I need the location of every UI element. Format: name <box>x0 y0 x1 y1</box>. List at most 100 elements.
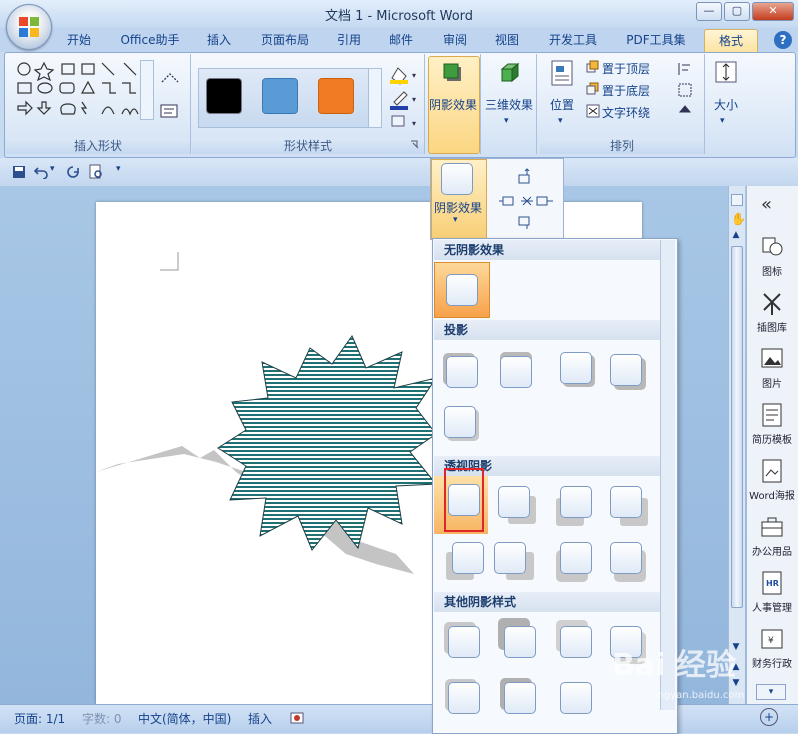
side-item-word-poster[interactable]: Word海报 <box>746 458 798 502</box>
tab-page-layout[interactable]: 页面布局 <box>254 29 316 51</box>
windmill-icon <box>763 293 781 315</box>
bring-to-front-button[interactable]: 置于顶层 <box>602 60 650 77</box>
tab-insert[interactable]: 插入 <box>200 29 238 51</box>
language-status[interactable]: 中文(简体，中国) <box>138 710 231 727</box>
tab-office-assistant[interactable]: Office助手 <box>112 29 188 51</box>
shape-styles-group: ▾ ▾ ▾ 形状样式 <box>192 54 425 154</box>
drop-shadow-option-3[interactable] <box>560 352 592 384</box>
ruler-toggle-icon[interactable] <box>731 194 743 206</box>
vertical-scrollbar[interactable]: ✋ ▲ ▼ ▲ ▼ <box>728 186 746 704</box>
zoom-in-icon[interactable]: + <box>760 708 778 726</box>
side-item-label: 图片 <box>762 379 782 390</box>
text-wrap-icon <box>586 104 600 118</box>
three-d-effects-icon[interactable] <box>498 62 520 84</box>
style-swatch-orange[interactable] <box>318 78 354 114</box>
size-icon[interactable] <box>714 60 738 84</box>
tab-format[interactable]: 格式 <box>704 29 758 52</box>
close-button[interactable]: ✕ <box>752 2 794 21</box>
other-shadow-option-3[interactable] <box>560 626 592 658</box>
macro-record-icon[interactable] <box>290 711 304 725</box>
customize-qat-icon[interactable]: ▾ <box>116 164 121 174</box>
tab-review[interactable]: 审阅 <box>436 29 474 51</box>
position-dropdown-icon[interactable]: ▾ <box>558 116 563 126</box>
side-item-resume-templates[interactable]: 简历模板 <box>746 402 798 446</box>
drop-shadow-option-5[interactable] <box>444 406 476 438</box>
tab-view[interactable]: 视图 <box>488 29 526 51</box>
insert-mode-status[interactable]: 插入 <box>248 710 272 727</box>
shadow-effects-dropdown: 阴影效果 ▾ <box>430 158 564 240</box>
edit-shape-icon[interactable] <box>160 70 182 86</box>
other-shadow-option-5[interactable] <box>448 682 480 714</box>
dialog-launcher-icon[interactable] <box>410 140 420 150</box>
other-shadow-section-title: 其他阴影样式 <box>434 592 668 612</box>
text-wrap-button[interactable]: 文字环绕 <box>602 104 650 121</box>
panel-expand-icon[interactable]: ▾ <box>756 684 786 700</box>
tab-home[interactable]: 开始 <box>60 29 98 51</box>
collapse-panel-icon[interactable]: « <box>761 194 772 215</box>
side-item-label: 人事管理 <box>752 603 792 614</box>
scroll-thumb[interactable] <box>731 246 743 608</box>
minimize-button[interactable]: — <box>696 2 722 21</box>
style-gallery-scroll[interactable] <box>368 68 382 128</box>
tab-pdf-tools[interactable]: PDF工具集 <box>618 29 694 51</box>
perspective-shadow-option-3[interactable] <box>560 486 592 518</box>
drop-shadow-option-2[interactable] <box>500 356 532 388</box>
drop-shadow-option-4[interactable] <box>610 354 642 386</box>
side-item-finance-admin[interactable]: ¥ 财务行政 <box>746 626 798 670</box>
redo-icon[interactable] <box>66 165 80 179</box>
scroll-up-icon[interactable]: ▲ <box>730 230 742 242</box>
three-d-effects-label[interactable]: 三维效果 <box>482 96 536 113</box>
perspective-shadow-option-8[interactable] <box>610 542 642 574</box>
side-item-office-supplies[interactable]: 办公用品 <box>746 514 798 558</box>
bring-to-front-icon <box>586 60 599 73</box>
style-swatch-blue[interactable] <box>262 78 298 114</box>
help-icon[interactable]: ? <box>774 31 792 49</box>
send-to-back-button[interactable]: 置于底层 <box>602 82 650 99</box>
perspective-shadow-option-7[interactable] <box>560 542 592 574</box>
send-to-back-icon <box>586 82 599 95</box>
fill-outline-effect-icons[interactable]: ▾ ▾ ▾ <box>388 64 418 130</box>
side-item-hr-management[interactable]: HR 人事管理 <box>746 570 798 614</box>
side-item-icons[interactable]: 图标 <box>746 234 798 278</box>
side-item-label: Word海报 <box>749 491 795 502</box>
perspective-shadow-option-5[interactable] <box>452 542 484 574</box>
other-shadow-option-1[interactable] <box>448 626 480 658</box>
size-group: 大小 ▾ <box>706 54 792 154</box>
style-swatch-black[interactable] <box>206 78 242 114</box>
other-shadow-option-7[interactable] <box>560 682 592 714</box>
office-button[interactable] <box>6 4 52 50</box>
undo-dropdown-icon[interactable]: ▾ <box>50 164 55 174</box>
tab-developer[interactable]: 开发工具 <box>542 29 604 51</box>
tab-references[interactable]: 引用 <box>330 29 368 51</box>
shapes-gallery-scroll[interactable] <box>140 60 154 120</box>
word-count[interactable]: 字数: 0 <box>82 710 122 727</box>
shadow-dropdown-label: 阴影效果 <box>433 201 482 215</box>
hand-icon[interactable]: ✋ <box>731 212 746 226</box>
three-d-dropdown-icon[interactable]: ▾ <box>504 116 509 126</box>
perspective-shadow-option-6[interactable] <box>494 542 526 574</box>
page-count[interactable]: 页面: 1/1 <box>14 710 65 727</box>
position-icon[interactable] <box>550 60 574 86</box>
hr-icon: HR <box>762 571 782 595</box>
perspective-shadow-option-2[interactable] <box>498 486 530 518</box>
size-label[interactable]: 大小 <box>706 96 746 113</box>
shapes-gallery-icon[interactable] <box>16 60 156 122</box>
align-group-rotate-icons[interactable] <box>676 60 700 122</box>
drop-shadow-option-1[interactable] <box>446 356 478 388</box>
print-preview-icon[interactable] <box>88 164 104 180</box>
other-shadow-option-2[interactable] <box>504 626 536 658</box>
svg-text:▾: ▾ <box>412 71 416 80</box>
shadow-dropdown-arrow-icon[interactable]: ▾ <box>453 215 458 225</box>
text-box-icon[interactable] <box>160 104 178 118</box>
side-item-illustrations[interactable]: 插图库 <box>746 290 798 334</box>
side-item-pictures[interactable]: 图片 <box>746 346 798 390</box>
other-shadow-option-6[interactable] <box>504 682 536 714</box>
size-dropdown-icon[interactable]: ▾ <box>720 116 725 126</box>
maximize-button[interactable]: ▢ <box>724 2 750 21</box>
tab-mailings[interactable]: 邮件 <box>382 29 420 51</box>
undo-icon[interactable] <box>34 165 48 179</box>
perspective-shadow-option-4[interactable] <box>610 486 642 518</box>
shadow-nudge-icons[interactable] <box>497 167 557 231</box>
position-label[interactable]: 位置 <box>542 96 582 113</box>
save-icon[interactable] <box>12 165 26 179</box>
